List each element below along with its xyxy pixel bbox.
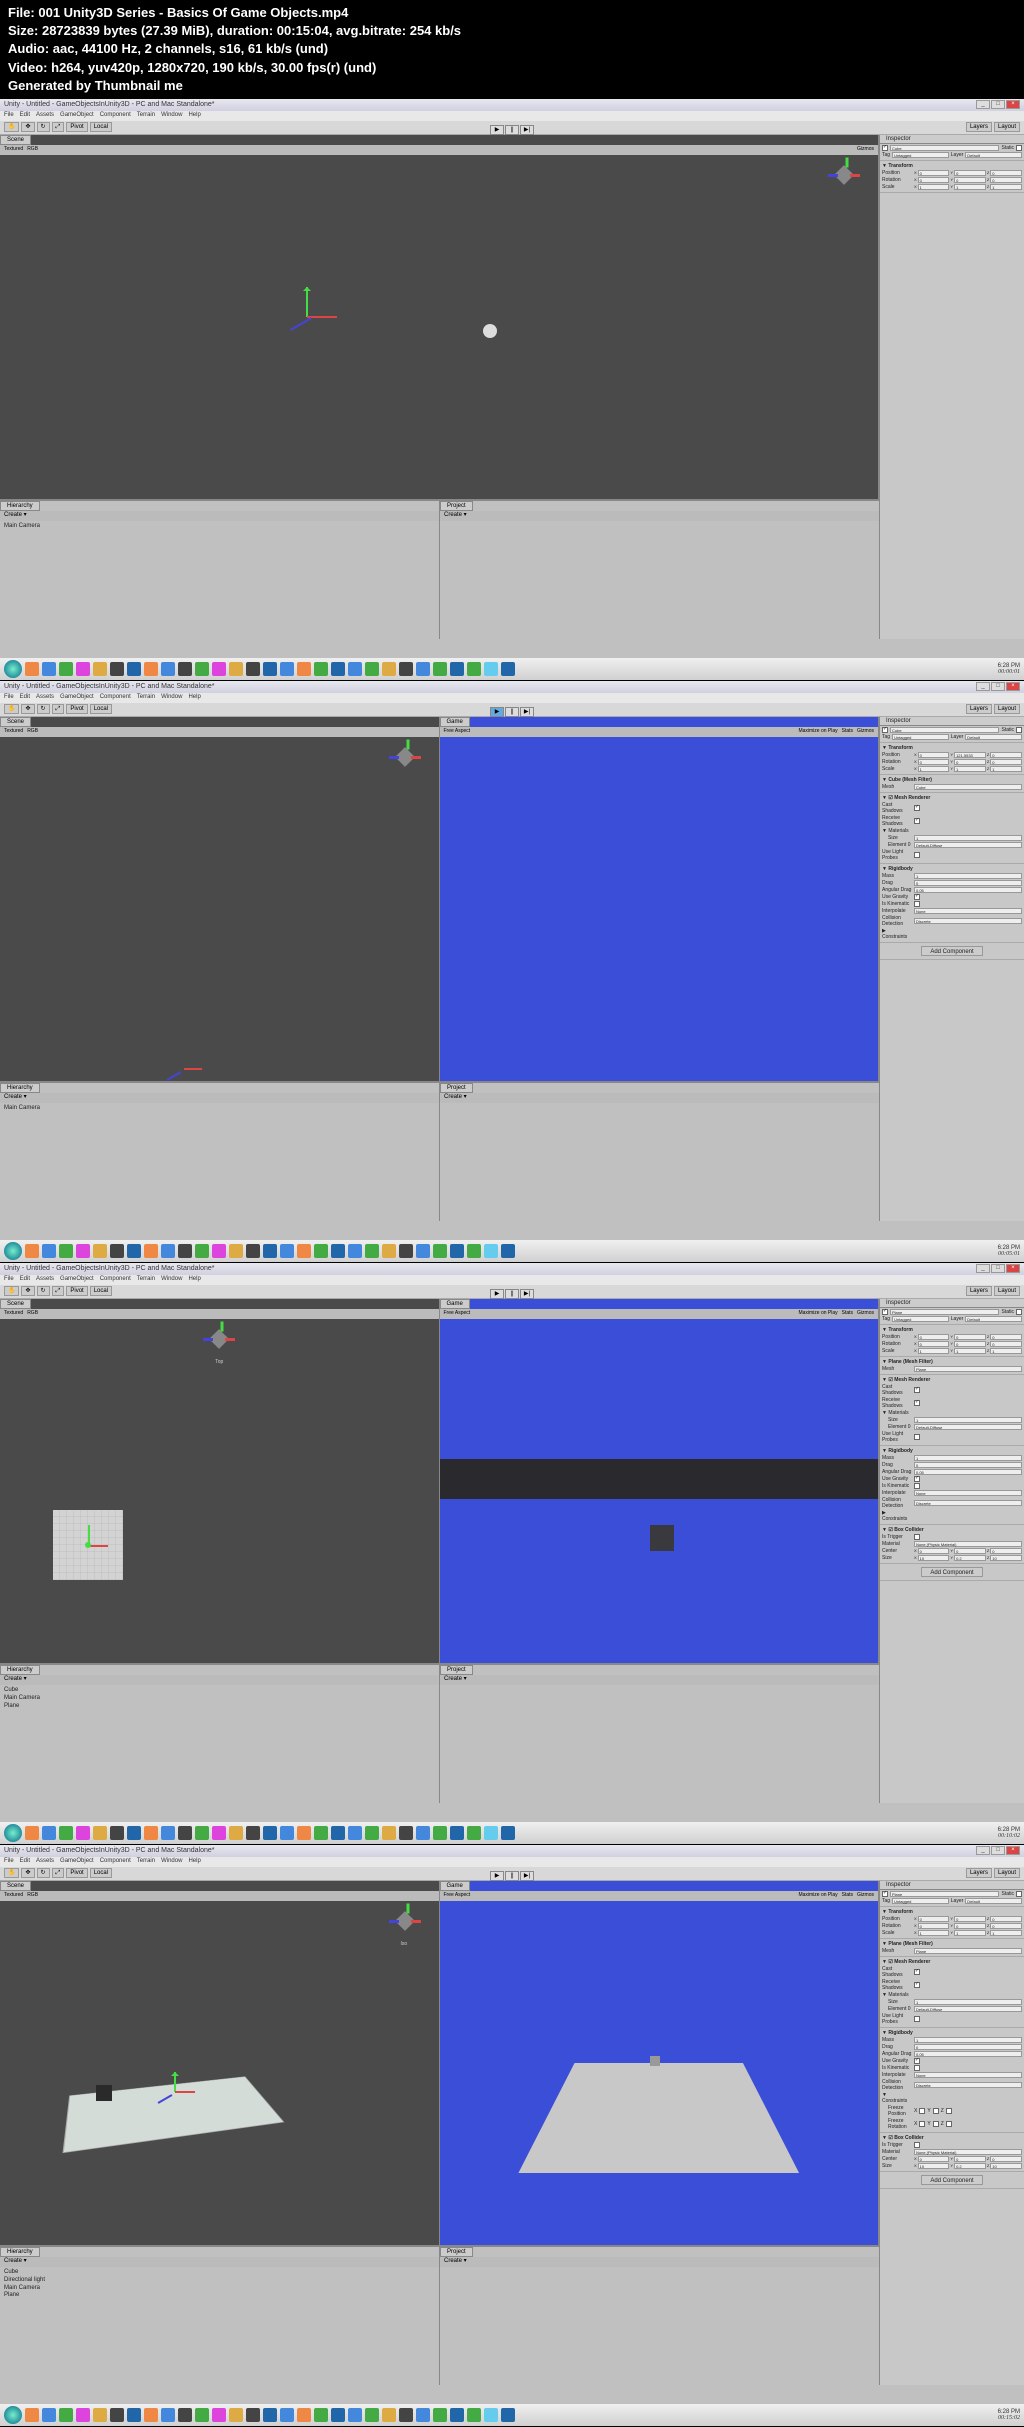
- enabled-checkbox[interactable]: [882, 145, 888, 151]
- hierarchy-item[interactable]: Main Camera: [4, 523, 40, 531]
- menu-terrain[interactable]: Terrain: [137, 112, 155, 120]
- project-tab[interactable]: Project: [440, 501, 473, 511]
- taskbar-icon[interactable]: [297, 662, 311, 676]
- system-tray[interactable]: 6:28 PM00:00:01: [998, 663, 1020, 675]
- taskbar-icon[interactable]: [314, 662, 328, 676]
- taskbar-icon[interactable]: [280, 662, 294, 676]
- taskbar-icon[interactable]: [484, 662, 498, 676]
- orientation-gizmo[interactable]: [828, 159, 860, 191]
- layout-dropdown[interactable]: Layout: [994, 122, 1020, 132]
- minimize-button[interactable]: _: [976, 100, 990, 109]
- inspector-tab[interactable]: Inspector: [880, 135, 1024, 144]
- local-toggle[interactable]: Local: [90, 122, 112, 132]
- frame-1: Unity - Untitled - GameObjectsInUnity3D …: [0, 99, 1024, 681]
- taskbar-icon[interactable]: [212, 662, 226, 676]
- object-name-field[interactable]: Cube: [890, 145, 999, 151]
- taskbar-icon[interactable]: [433, 662, 447, 676]
- close-button[interactable]: ×: [1006, 100, 1020, 109]
- taskbar-icon[interactable]: [144, 662, 158, 676]
- play-button[interactable]: ▶: [490, 125, 504, 135]
- plane-render: [440, 1459, 879, 1499]
- taskbar-icon[interactable]: [246, 662, 260, 676]
- taskbar-icon[interactable]: [110, 662, 124, 676]
- camera-icon[interactable]: [483, 324, 497, 338]
- game-view[interactable]: Game Free AspectMaximize on PlayStatsGiz…: [440, 717, 880, 1081]
- taskbar-icon[interactable]: [382, 662, 396, 676]
- taskbar-icon[interactable]: [93, 662, 107, 676]
- window-titlebar: Unity - Untitled - GameObjectsInUnity3D …: [0, 99, 1024, 111]
- menu-component[interactable]: Component: [100, 112, 131, 120]
- pause-button[interactable]: ||: [505, 125, 519, 135]
- taskbar-icon[interactable]: [501, 662, 515, 676]
- menu-window[interactable]: Window: [161, 112, 182, 120]
- thumbnail-header: File: 001 Unity3D Series - Basics Of Gam…: [0, 0, 1024, 99]
- taskbar-icon[interactable]: [25, 662, 39, 676]
- taskbar-icon[interactable]: [127, 662, 141, 676]
- taskbar-icon[interactable]: [229, 662, 243, 676]
- taskbar-icon[interactable]: [365, 662, 379, 676]
- plane-render: [518, 2063, 799, 2173]
- taskbar-icon[interactable]: [399, 662, 413, 676]
- taskbar-icon[interactable]: [263, 662, 277, 676]
- taskbar-icon[interactable]: [331, 662, 345, 676]
- rotate-tool[interactable]: ↻: [37, 122, 50, 132]
- hand-tool[interactable]: ✋: [4, 122, 19, 132]
- maximize-button[interactable]: □: [991, 100, 1005, 109]
- add-component-button[interactable]: Add Component: [921, 946, 982, 956]
- taskbar-icon[interactable]: [348, 662, 362, 676]
- frame-3: Unity - Untitled - GameObjectsInUnity3D …: [0, 1263, 1024, 1845]
- hierarchy-panel[interactable]: Hierarchy Create ▾ Main Camera: [0, 501, 440, 639]
- layers-dropdown[interactable]: Layers: [966, 122, 992, 132]
- taskbar-icon[interactable]: [467, 662, 481, 676]
- plane-object[interactable]: [53, 1510, 123, 1580]
- scene-view[interactable]: Scene TexturedRGB: [0, 717, 440, 1081]
- taskbar-icon[interactable]: [59, 662, 73, 676]
- taskbar-icon[interactable]: [178, 662, 192, 676]
- windows-taskbar: 6:28 PM00:00:01: [0, 658, 1024, 680]
- scale-tool[interactable]: ⤢: [52, 122, 65, 132]
- project-panel[interactable]: Project Create ▾: [440, 501, 879, 639]
- taskbar-icon[interactable]: [161, 662, 175, 676]
- menu-edit[interactable]: Edit: [20, 112, 30, 120]
- move-tool[interactable]: ✥: [21, 122, 34, 132]
- pivot-toggle[interactable]: Pivot: [66, 122, 87, 132]
- inspector-panel: Inspector CubeStatic TagUntaggedLayerDef…: [879, 135, 1024, 639]
- taskbar-icon[interactable]: [76, 662, 90, 676]
- menu-bar: File Edit Assets GameObject Component Te…: [0, 111, 1024, 121]
- cube-render: [650, 2056, 660, 2066]
- cube-object[interactable]: [96, 2085, 112, 2101]
- menu-gameobject[interactable]: GameObject: [60, 112, 94, 120]
- cube-render: [650, 1525, 674, 1551]
- frame-4: Unity - Untitled - GameObjectsInUnity3D …: [0, 1845, 1024, 2427]
- frame-2: Unity - Untitled - GameObjectsInUnity3D …: [0, 681, 1024, 1263]
- scene-tab[interactable]: Scene: [0, 135, 31, 145]
- hierarchy-tab[interactable]: Hierarchy: [0, 501, 40, 511]
- taskbar-icon[interactable]: [416, 662, 430, 676]
- taskbar-icon[interactable]: [195, 662, 209, 676]
- start-button[interactable]: [4, 660, 22, 678]
- scene-view[interactable]: Scene TexturedRGBGizmos: [0, 135, 879, 499]
- menu-help[interactable]: Help: [188, 112, 200, 120]
- menu-file[interactable]: File: [4, 112, 14, 120]
- taskbar-icon[interactable]: [42, 662, 56, 676]
- taskbar-icon[interactable]: [450, 662, 464, 676]
- menu-assets[interactable]: Assets: [36, 112, 54, 120]
- step-button[interactable]: ▶|: [520, 125, 534, 135]
